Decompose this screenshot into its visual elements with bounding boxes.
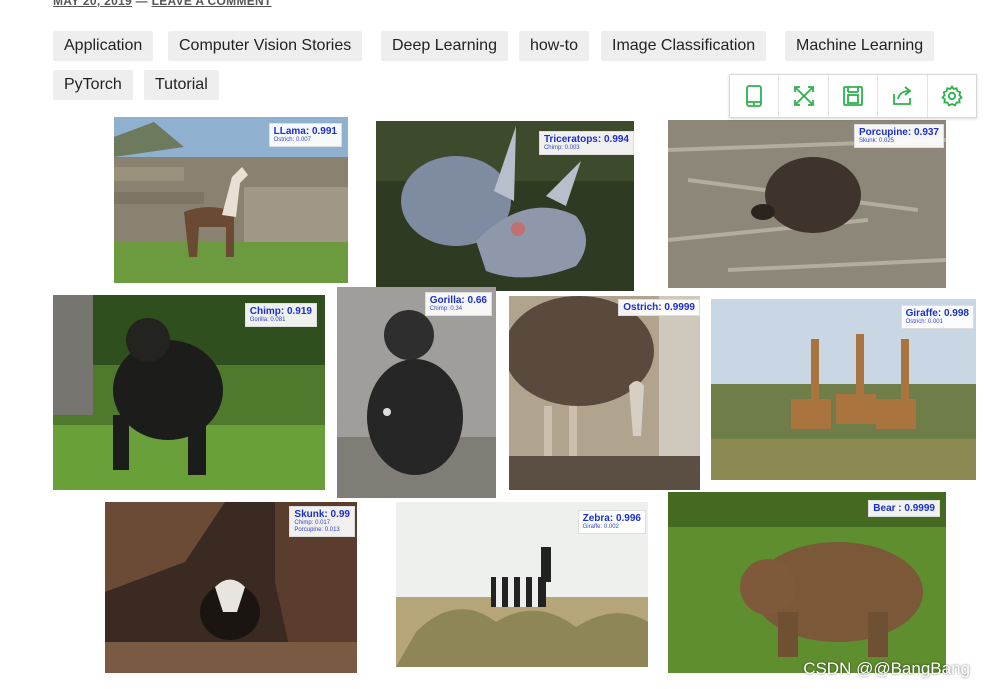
fullscreen-icon [793,86,814,106]
bear-photo: Bear : 0.9999 [668,492,946,673]
giraffe-top-label: Giraffe: 0.998 [905,308,969,319]
llama-photo: LLama: 0.991 Ostrich: 0.007 [114,117,348,283]
chimp-prediction: Chimp: 0.919 Gorilla: 0.081 [244,303,317,327]
gorilla-second-label: Chimp: 0.34 [429,306,463,312]
porcupine-second-label: Skunk: 0.025 [858,138,894,144]
tag-pytorch[interactable]: PyTorch [53,70,133,100]
porcupine-photo: Porcupine: 0.937 Skunk: 0.025 [668,120,946,288]
ostrich-top-label: Ostrich: 0.9999 [623,302,695,313]
chimp-second-label: Gorilla: 0.081 [249,317,286,323]
skunk-top-label: Skunk: 0.99 [294,509,350,520]
skunk-photo: Skunk: 0.99 Chimp: 0.017 Porcupine: 0.01… [105,502,357,673]
leave-comment-link[interactable]: LEAVE A COMMENT [152,0,272,8]
meta-separator: — [135,0,148,8]
triceratops-photo: Triceratops: 0.994 Chimp: 0.003 [376,121,634,291]
giraffe-prediction: Giraffe: 0.998 Ostrich: 0.001 [900,305,974,329]
ostrich-image [509,296,700,490]
tag-machine-learning[interactable]: Machine Learning [785,31,935,61]
image-toolbar [729,74,977,118]
csdn-watermark: CSDN @@BangBang [803,659,970,678]
ostrich-photo: Ostrich: 0.9999 [509,296,700,490]
skunk-second-label: Chimp: 0.017 [294,520,331,526]
porcupine-prediction: Porcupine: 0.937 Skunk: 0.025 [853,124,944,148]
giraffe-photo: Giraffe: 0.998 Ostrich: 0.001 [711,299,976,480]
llama-top-label: LLama: 0.991 [273,126,337,137]
zebra-photo: Zebra: 0.996 Giraffe: 0.002 [396,502,648,667]
tag-application[interactable]: Application [53,31,154,61]
gorilla-prediction: Gorilla: 0.66 Chimp: 0.34 [424,292,492,316]
tag-computer-vision-stories[interactable]: Computer Vision Stories [168,31,363,61]
tag-deep-learning[interactable]: Deep Learning [381,31,508,61]
triceratops-top-label: Triceratops: 0.994 [543,134,629,145]
tablet-view-button[interactable] [730,75,780,117]
zebra-top-label: Zebra: 0.996 [582,513,641,524]
fullscreen-button[interactable] [779,75,829,117]
share-button[interactable] [878,75,928,117]
tag-how-to[interactable]: how-to [519,31,590,61]
gorilla-image [337,287,496,498]
triceratops-prediction: Triceratops: 0.994 Chimp: 0.003 [538,131,634,155]
llama-prediction: LLama: 0.991 Ostrich: 0.007 [268,123,342,147]
bear-image [668,492,946,673]
post-date-link[interactable]: MAY 20, 2019 [53,0,132,8]
skunk-third-label: Porcupine: 0.013 [294,527,340,533]
settings-icon [941,84,963,107]
triceratops-second-label: Chimp: 0.003 [543,145,580,151]
share-icon [893,86,912,105]
tag-tutorial[interactable]: Tutorial [144,70,219,100]
bear-top-label: Bear : 0.9999 [873,503,935,514]
zebra-prediction: Zebra: 0.996 Giraffe: 0.002 [577,510,646,534]
tag-image-classification[interactable]: Image Classification [601,31,767,61]
ostrich-prediction: Ostrich: 0.9999 [618,299,700,316]
giraffe-second-label: Ostrich: 0.001 [905,319,943,325]
gorilla-photo: Gorilla: 0.66 Chimp: 0.34 [337,287,496,498]
llama-second-label: Ostrich: 0.007 [273,137,311,143]
chimp-photo: Chimp: 0.919 Gorilla: 0.081 [53,295,325,490]
chimp-top-label: Chimp: 0.919 [249,306,312,317]
save-icon [843,86,863,106]
porcupine-top-label: Porcupine: 0.937 [858,127,939,138]
tablet-icon [746,85,763,107]
gorilla-top-label: Gorilla: 0.66 [429,295,487,306]
skunk-prediction: Skunk: 0.99 Chimp: 0.017 Porcupine: 0.01… [289,506,355,537]
zebra-second-label: Giraffe: 0.002 [582,524,619,530]
save-button[interactable] [829,75,879,117]
bear-prediction: Bear : 0.9999 [868,500,940,517]
post-meta: MAY 20, 2019 — LEAVE A COMMENT [53,0,272,8]
settings-button[interactable] [928,75,976,117]
